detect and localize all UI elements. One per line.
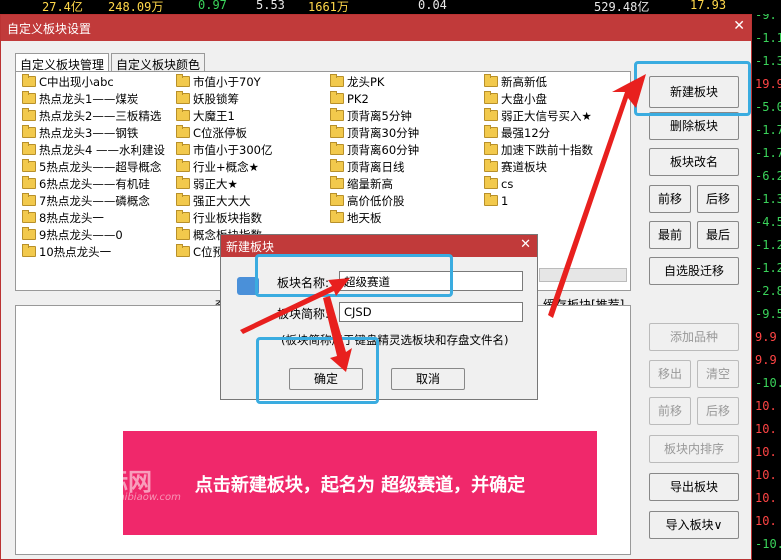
instruction-banner: 点击新建板块，起名为 超级赛道，并确定 [123, 431, 597, 535]
watermark-url: www.zhibiaow.com [86, 492, 181, 503]
arrow-to-ok [323, 296, 352, 372]
arrow-to-new-board [548, 74, 646, 318]
instruction-text: 点击新建板块，起名为 超级赛道，并确定 [194, 475, 526, 496]
watermark-logo-icon [36, 465, 72, 501]
